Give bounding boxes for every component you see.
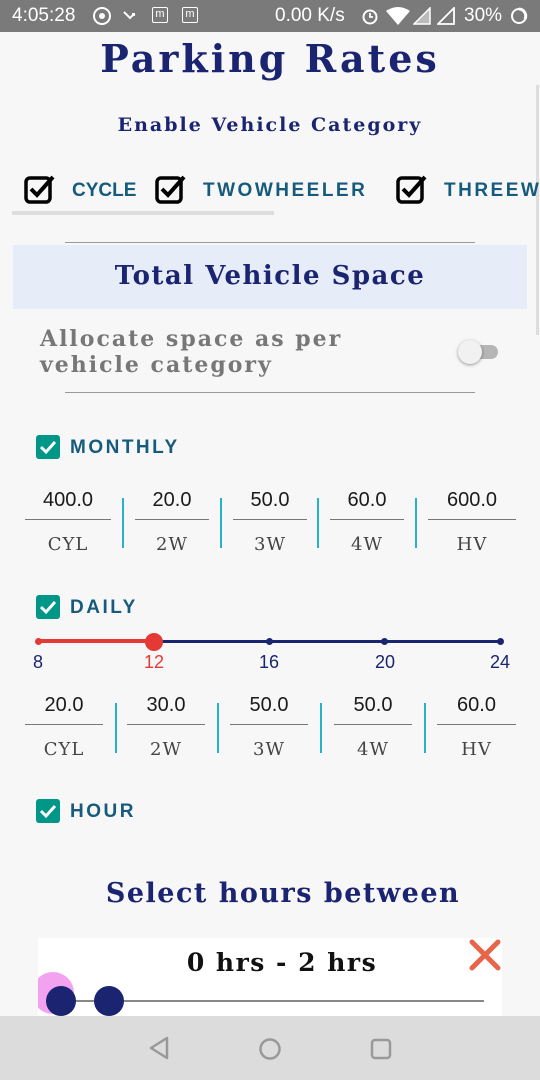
signal-icon [412,6,431,31]
checkbox-checked-icon[interactable] [155,174,187,204]
category-label: CYCLE [72,180,137,201]
tick-label: 20 [374,652,396,672]
rate-field-hv[interactable]: 60.0 HV [437,685,516,760]
select-hours-heading: Select hours between [105,878,461,909]
battery-icon [510,7,528,31]
rate-label: HV [461,739,492,760]
range-thumb-min[interactable] [46,986,76,1016]
rate-label: 4W [351,534,383,555]
divider [65,392,475,393]
target-icon [92,6,112,32]
hour-range-card: 0 hrs - 2 hrs [38,938,502,1018]
rate-label: 2W [150,739,182,760]
m-icon: m [152,7,168,23]
rate-input[interactable]: 20.0 [25,694,103,717]
total-space-heading: Total Vehicle Space [114,261,426,291]
m-icon: m [182,7,198,23]
tick-label: 12 [143,652,165,672]
rate-field-cyl[interactable]: 400.0 CYL [25,480,111,555]
network-speed: 0.00 K/s [275,5,345,26]
page-title: Parking Rates [100,36,440,81]
column-divider [317,498,319,548]
navigation-bar [0,1016,540,1080]
rate-field-2w[interactable]: 20.0 2W [135,480,209,555]
tick-label: 16 [258,652,280,672]
slider-tick-dot [381,638,388,645]
rate-input[interactable]: 50.0 [233,489,307,512]
vehicle-category-heading: Enable Vehicle Category [117,114,423,136]
rate-field-cyl[interactable]: 20.0 CYL [25,685,103,760]
column-divider [122,498,124,548]
category-label: TWOWHEELER [203,180,368,201]
slider-tick-dot [34,638,42,645]
missed-call-icon [122,8,138,30]
horizontal-scrollbar[interactable] [12,211,274,215]
column-divider [115,703,117,753]
category-list[interactable]: CYCLE TWOWHEELER THREEWHEELER [12,168,540,214]
slider-thumb[interactable] [144,633,163,651]
slider-tick-dot [265,638,273,645]
rate-label: CYL [47,534,89,555]
rate-label: 3W [254,534,286,555]
tick-label: 8 [32,652,43,672]
monthly-label: MONTHLY [70,437,180,458]
rate-input[interactable]: 30.0 [127,694,205,717]
column-divider [217,703,219,753]
rate-input[interactable]: 20.0 [135,489,209,512]
slider-active-track [38,639,154,643]
allocate-toggle[interactable] [458,340,498,364]
rate-field-3w[interactable]: 50.0 3W [233,480,307,555]
rate-label: 2W [156,534,188,555]
column-divider [424,703,426,753]
rate-label: CYL [43,739,85,760]
status-time: 4:05:28 [12,5,76,26]
home-icon[interactable] [258,1037,282,1066]
monthly-rates-row: 400.0 CYL 20.0 2W 50.0 3W 60.0 4W 600.0 … [0,480,540,560]
allocate-label: Allocate space as per vehicle category [40,326,343,378]
range-thumb-max[interactable] [94,986,124,1016]
battery-percent: 30% [464,5,503,26]
rate-field-4w[interactable]: 50.0 4W [334,685,412,760]
rate-input[interactable]: 600.0 [428,489,516,512]
column-divider [415,498,417,548]
rate-label: 4W [357,739,389,760]
close-icon[interactable] [468,938,502,977]
slider-tick-labels: 8 12 16 20 24 [0,652,540,676]
rate-input[interactable]: 60.0 [330,489,404,512]
wifi-icon [386,7,410,31]
recents-icon[interactable] [370,1038,392,1065]
column-divider [320,703,322,753]
monthly-checkbox[interactable] [36,435,60,459]
hour-label: HOUR [70,801,136,822]
tick-label: 24 [489,652,511,672]
rate-input[interactable]: 50.0 [230,694,308,717]
rate-input[interactable]: 400.0 [25,489,111,512]
rate-field-4w[interactable]: 60.0 4W [330,480,404,555]
rate-field-hv[interactable]: 600.0 HV [428,480,516,555]
column-divider [220,498,222,548]
signal-icon [435,5,455,31]
hour-checkbox[interactable] [36,799,60,823]
daily-hours-slider[interactable] [34,633,504,651]
hour-range-text: 0 hrs - 2 hrs [186,948,378,977]
divider [65,242,475,243]
rate-label: HV [456,534,488,555]
alarm-icon [361,7,379,31]
daily-rates-row: 20.0 CYL 30.0 2W 50.0 3W 50.0 4W 60.0 HV [0,685,540,765]
daily-checkbox[interactable] [36,595,60,619]
category-label: THREEWHEELER [444,180,540,201]
slider-tick-dot [496,638,504,645]
rate-input[interactable]: 60.0 [437,694,516,717]
total-space-header: Total Vehicle Space [13,245,527,309]
rate-field-2w[interactable]: 30.0 2W [127,685,205,760]
rate-label: 3W [253,739,285,760]
back-icon[interactable] [148,1036,170,1065]
daily-label: DAILY [70,597,138,618]
checkbox-checked-icon[interactable] [24,174,56,204]
rate-field-3w[interactable]: 50.0 3W [230,685,308,760]
checkbox-checked-icon[interactable] [396,174,428,204]
rate-input[interactable]: 50.0 [334,694,412,717]
status-bar: 4:05:28 m m 0.00 K/s 30% [0,0,540,32]
